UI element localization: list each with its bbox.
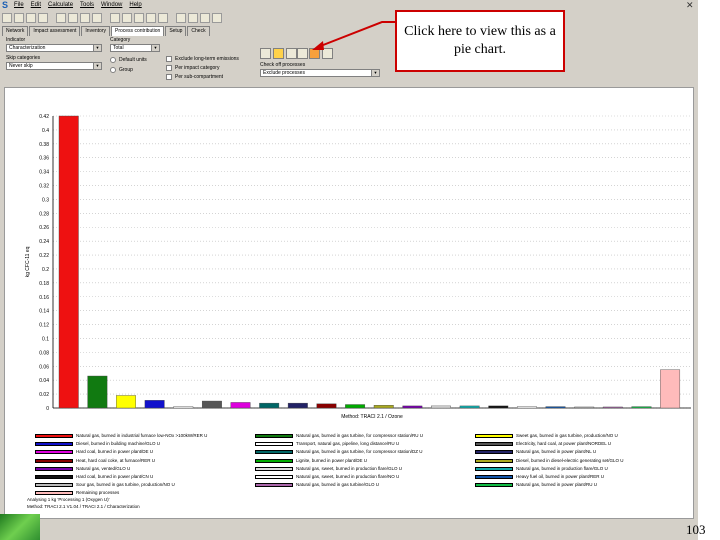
page-number: 103 — [686, 522, 706, 537]
callout-box: Click here to view this as a pie chart. — [395, 10, 565, 72]
callout-arrow — [312, 21, 395, 50]
leaf-decoration-image — [0, 514, 40, 540]
